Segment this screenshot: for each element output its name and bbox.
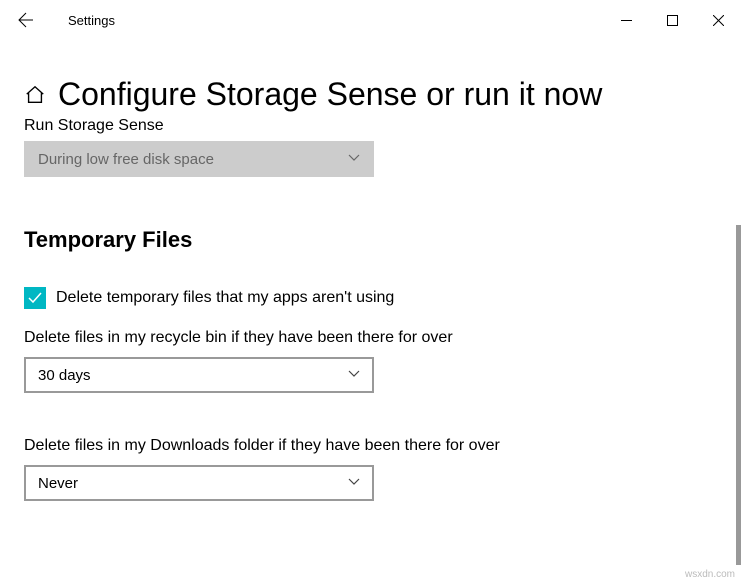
downloads-select[interactable]: Never (24, 465, 374, 501)
delete-temp-files-row: Delete temporary files that my apps aren… (24, 287, 717, 309)
maximize-button[interactable] (649, 4, 695, 36)
page-title: Configure Storage Sense or run it now (58, 76, 602, 113)
title-left: Settings (8, 2, 115, 38)
maximize-icon (667, 15, 678, 26)
run-storage-sense-label: Run Storage Sense (24, 117, 717, 135)
watermark: wsxdn.com (685, 569, 735, 580)
minimize-button[interactable] (603, 4, 649, 36)
downloads-label: Delete files in my Downloads folder if t… (24, 437, 717, 455)
temporary-files-heading: Temporary Files (24, 227, 717, 253)
recycle-bin-label: Delete files in my recycle bin if they h… (24, 329, 717, 347)
run-storage-sense-value: During low free disk space (38, 151, 214, 168)
back-button[interactable] (8, 2, 44, 38)
chevron-down-icon (348, 151, 360, 168)
recycle-bin-select[interactable]: 30 days (24, 357, 374, 393)
scrollbar[interactable] (736, 225, 741, 565)
content-area: Configure Storage Sense or run it now Ru… (0, 76, 741, 501)
back-arrow-icon (18, 12, 34, 28)
checkmark-icon (27, 290, 43, 306)
close-icon (713, 15, 724, 26)
downloads-value: Never (38, 475, 78, 492)
chevron-down-icon (348, 475, 360, 492)
delete-temp-files-label: Delete temporary files that my apps aren… (56, 289, 394, 307)
page-header: Configure Storage Sense or run it now (24, 76, 717, 113)
close-button[interactable] (695, 4, 741, 36)
home-icon[interactable] (24, 84, 46, 106)
app-title: Settings (68, 13, 115, 28)
run-storage-sense-select[interactable]: During low free disk space (24, 141, 374, 177)
delete-temp-files-checkbox[interactable] (24, 287, 46, 309)
recycle-bin-value: 30 days (38, 367, 91, 384)
title-bar: Settings (0, 0, 741, 40)
chevron-down-icon (348, 367, 360, 384)
window-controls (603, 4, 741, 36)
minimize-icon (621, 15, 632, 26)
